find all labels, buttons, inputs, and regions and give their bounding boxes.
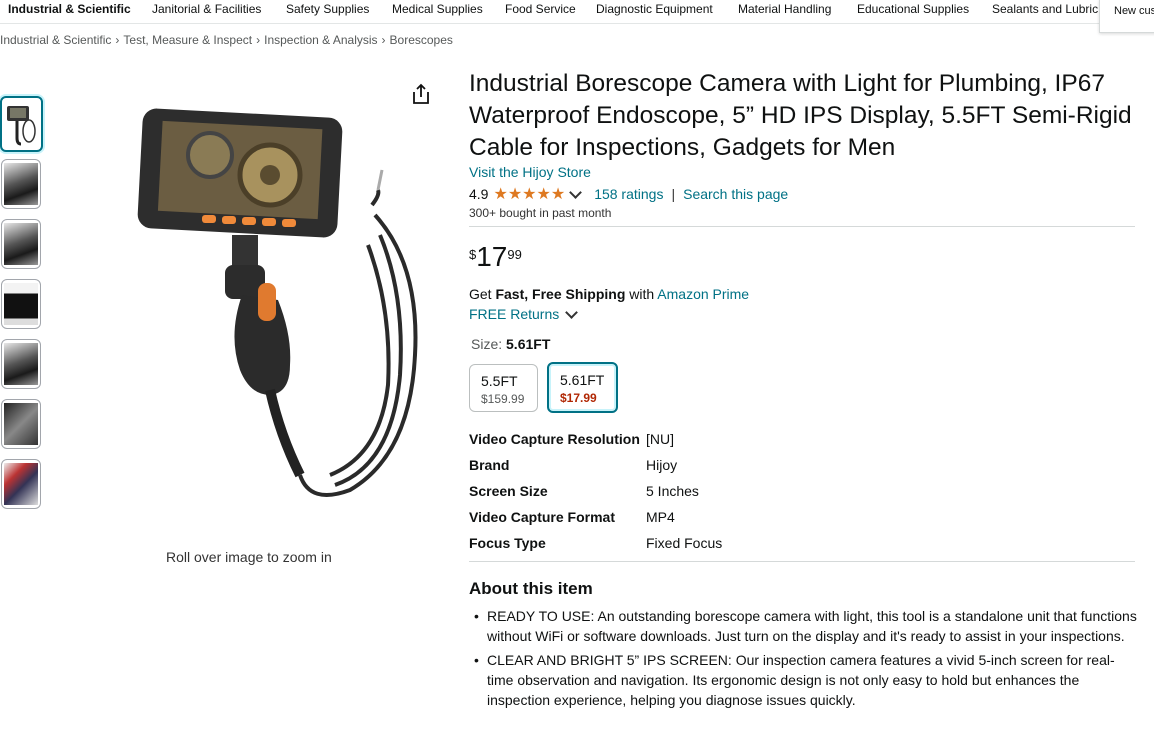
thumbnail-image [4,283,38,325]
spec-value: Hijoy [646,457,678,473]
breadcrumb-item[interactable]: Borescopes [390,33,453,47]
nav-item-diagnostic[interactable]: Diagnostic Equipment [596,2,713,16]
chevron-down-icon[interactable] [569,185,583,199]
chevron-down-icon[interactable] [565,305,579,319]
category-nav: Industrial & Scientific Janitorial & Fac… [0,0,1154,24]
spec-key: Focus Type [469,535,546,551]
divider [469,561,1135,562]
free-returns-link[interactable]: FREE Returns [469,306,559,322]
size-option-price: $159.99 [481,392,525,406]
thumbnail-4[interactable] [1,279,41,329]
search-page-link[interactable]: Search this page [683,186,788,202]
nav-item-educational[interactable]: Educational Supplies [857,2,969,16]
divider [469,226,1135,227]
shipping-bold: Fast, Free Shipping [495,286,626,302]
breadcrumb-separator: › [256,33,261,47]
spec-value: Fixed Focus [646,535,723,551]
spec-value: MP4 [646,509,675,525]
spec-key: Video Capture Resolution [469,431,640,447]
shipping-prefix: Get [469,286,496,302]
nav-item-medical[interactable]: Medical Supplies [392,2,483,16]
thumbnail-2[interactable] [1,159,41,209]
price-fraction: 99 [507,247,522,262]
rating-row: 4.9 ★★★★★ 158 ratings | Search this page [469,184,788,204]
size-option-name: 5.5FT [481,373,518,389]
shipping-info: Get Fast, Free Shipping with Amazon Prim… [469,286,749,302]
breadcrumb-separator: › [115,33,120,47]
nav-item-food-service[interactable]: Food Service [505,2,576,16]
nav-item-sealants[interactable]: Sealants and Lubric [992,2,1098,16]
price-symbol: $ [469,247,477,262]
size-label: Size: 5.61FT [471,336,550,352]
list-item: READY TO USE: An outstanding borescope c… [474,606,1137,646]
thumbnail-7[interactable] [1,459,41,509]
size-selected: 5.61FT [506,336,551,352]
product-title: Industrial Borescope Camera with Light f… [469,70,1132,161]
breadcrumb-item[interactable]: Test, Measure & Inspect [123,33,252,47]
borescope-thumbnail-image [7,106,36,146]
nav-item-janitorial[interactable]: Janitorial & Facilities [152,2,261,16]
divider: | [671,186,676,202]
about-heading: About this item [469,579,593,598]
ratings-count-link[interactable]: 158 ratings [594,186,663,202]
thumbnail-image [4,403,38,445]
nav-item-industrial-scientific[interactable]: Industrial & Scientific [8,2,131,16]
main-product-image[interactable] [130,95,430,505]
size-option-5-61ft[interactable]: 5.61FT $17.99 [547,362,618,413]
breadcrumb-item[interactable]: Industrial & Scientific [0,33,111,47]
star-rating-icon[interactable]: ★★★★★ [493,184,565,204]
breadcrumb: Industrial & Scientific › Test, Measure & … [0,33,453,47]
share-icon[interactable] [410,82,432,106]
thumbnail-image [4,463,38,505]
popover-text: New cus [1114,5,1154,17]
thumbnail-5[interactable] [1,339,41,389]
zoom-hint: Roll over image to zoom in [166,549,332,565]
rating-value: 4.9 [469,186,489,202]
thumbnail-image [4,163,38,205]
nav-item-safety[interactable]: Safety Supplies [286,2,369,16]
spec-key: Video Capture Format [469,509,615,525]
prime-link[interactable]: Amazon Prime [657,286,749,302]
thumbnail-6[interactable] [1,399,41,449]
shipping-middle: with [625,286,658,302]
size-option-name: 5.61FT [560,372,605,388]
price-whole: 17 [476,241,508,272]
feature-bullets: READY TO USE: An outstanding borescope c… [474,606,1137,714]
thumbnail-3[interactable] [1,219,41,269]
free-returns[interactable]: FREE Returns [469,305,579,322]
thumbnail-image [4,223,38,265]
store-link[interactable]: Visit the Hijoy Store [469,164,591,180]
price: $1799 [469,241,522,273]
list-item: CLEAR AND BRIGHT 5” IPS SCREEN: Our insp… [474,650,1137,710]
breadcrumb-separator: › [381,33,386,47]
new-customer-popover[interactable]: New cus [1099,0,1154,33]
spec-key: Brand [469,457,510,473]
breadcrumb-item[interactable]: Inspection & Analysis [264,33,377,47]
nav-item-material-handling[interactable]: Material Handling [738,2,831,16]
thumbnail-1[interactable] [0,96,43,152]
thumbnail-image [4,343,38,385]
size-option-price: $17.99 [560,391,597,405]
bought-count: 300+ bought in past month [469,206,612,220]
size-label-text: Size: [471,336,507,352]
spec-value: [NU] [646,431,674,447]
spec-value: 5 Inches [646,483,699,499]
spec-key: Screen Size [469,483,548,499]
size-option-5-5ft[interactable]: 5.5FT $159.99 [469,364,538,412]
